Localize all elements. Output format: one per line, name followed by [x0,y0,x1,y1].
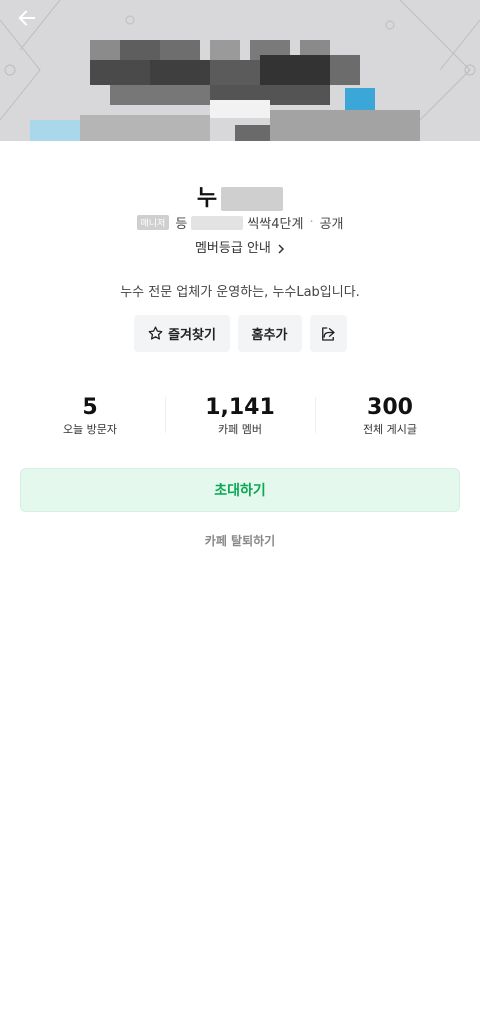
favorite-label: 즐겨찾기 [168,328,216,343]
action-buttons: 즐겨찾기 홈추가 [0,315,480,352]
cafe-info-sheet [0,141,480,1024]
back-button[interactable] [10,4,44,32]
stat-value: 1,141 [205,395,275,420]
cafe-name: 누 [0,180,480,212]
chevron-right-icon [278,243,285,254]
stat-label: 전체 게시글 [362,423,418,436]
cafe-stats: 5 오늘 방문자 1,141 카페 멤버 300 전체 게시글 [15,393,465,443]
cafe-meta: 매니저 등 씩싹4단계 · 공개 [0,213,480,232]
stat-value: 300 [367,395,413,420]
meta-prefix: 등 [175,217,188,232]
favorite-button[interactable]: 즐겨찾기 [133,315,230,352]
arrow-left-icon [18,10,36,26]
stat-posts: 300 전체 게시글 [315,393,465,443]
member-grade-link[interactable]: 멤버등급 안내 [0,237,480,256]
star-outline-icon [148,326,163,340]
stat-value: 5 [82,395,98,420]
cafe-visibility: 공개 [319,217,344,232]
manager-badge: 매니저 [136,215,170,230]
stat-visitors: 5 오늘 방문자 [15,393,165,443]
member-grade-label: 멤버등급 안내 [194,241,271,256]
cover-image [0,0,480,150]
share-button[interactable] [309,315,347,352]
invite-button[interactable]: 초대하기 [20,468,460,512]
stat-label: 카페 멤버 [218,423,262,436]
leave-cafe-label: 카페 탈퇴하기 [204,534,276,548]
share-icon [322,326,335,341]
meta-separator: · [309,215,314,230]
stat-members: 1,141 카페 멤버 [165,393,315,443]
redacted-meta [191,215,244,230]
cafe-name-text: 누 [196,186,218,211]
stat-label: 오늘 방문자 [62,423,118,436]
add-home-label: 홈추가 [251,328,288,343]
redacted-name [221,187,284,211]
add-home-button[interactable]: 홈추가 [237,315,302,352]
invite-label: 초대하기 [214,483,266,499]
cafe-grade: 씩싹4단계 [247,217,304,232]
cafe-intro: 누수 전문 업체가 운영하는, 누수Lab입니다. [120,285,360,300]
leave-cafe-link[interactable]: 카페 탈퇴하기 [0,532,480,549]
